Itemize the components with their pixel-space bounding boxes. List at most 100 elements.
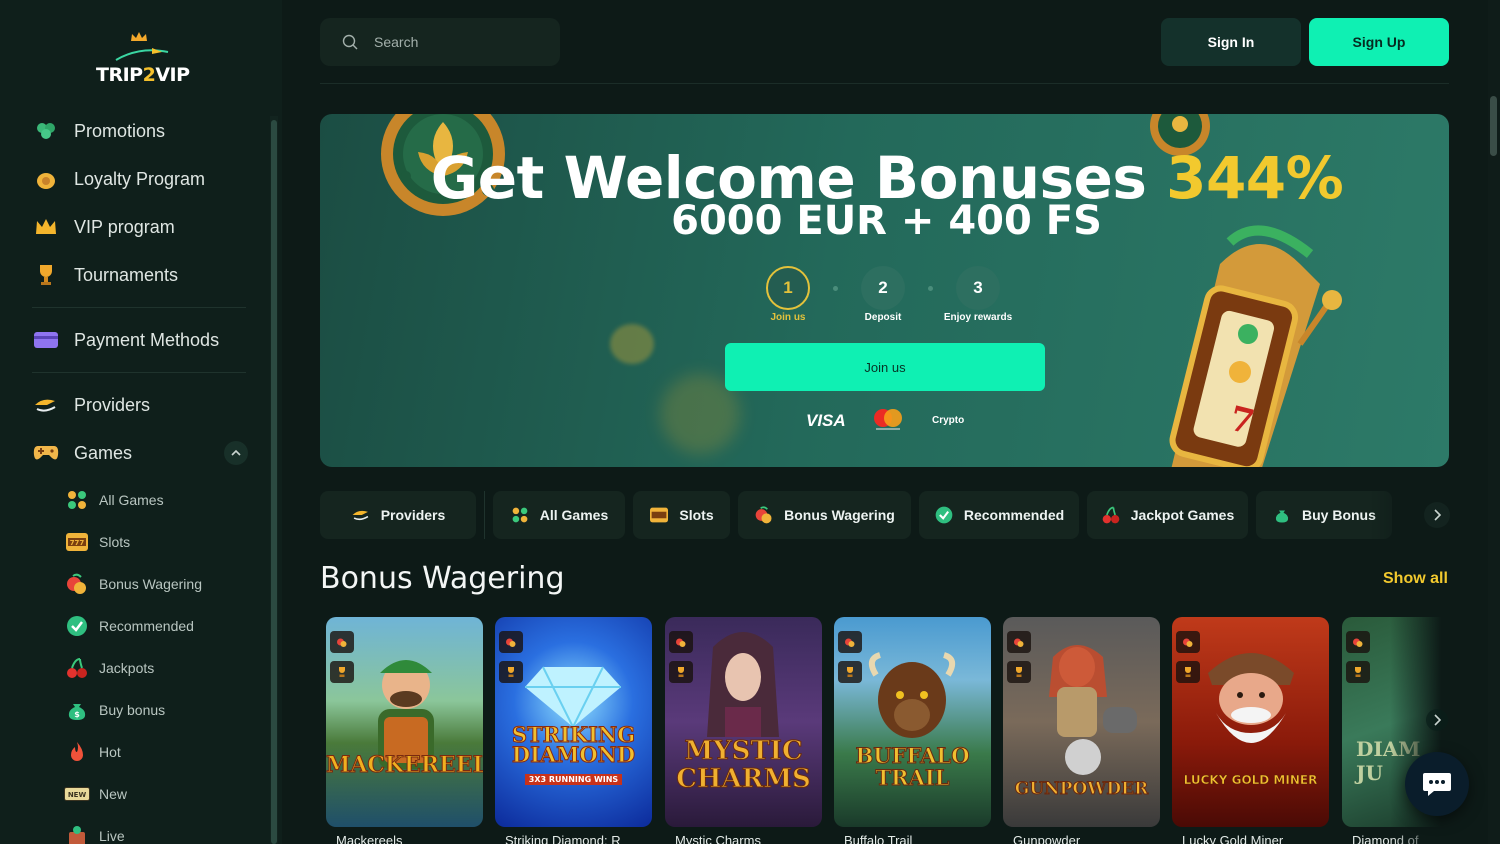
game-card[interactable]: MACKEREELS	[326, 617, 483, 827]
svg-text:777: 777	[70, 539, 85, 547]
step-2-circle: 2	[861, 266, 905, 310]
sidebar-item-games[interactable]: Games	[32, 433, 132, 473]
game-logo-text: MACKEREELS	[326, 752, 483, 779]
bonus-icon	[669, 631, 693, 653]
sidebar-item-label: Payment Methods	[74, 329, 220, 350]
brand-logo[interactable]: TRIP2VIP	[96, 30, 190, 86]
money-bag-icon: $	[64, 697, 90, 723]
step-3-label: Enjoy rewards	[943, 312, 1013, 323]
svg-text:NEW: NEW	[68, 791, 87, 799]
sidebar-item-promotions[interactable]: Promotions	[32, 111, 165, 151]
tab-label: Slots	[679, 507, 714, 523]
tabs-next-button[interactable]	[1424, 502, 1450, 528]
money-bag-icon	[1272, 505, 1292, 525]
game-title[interactable]: Gunpowder	[1013, 833, 1163, 844]
bonus-icon	[330, 631, 354, 653]
blurred-coin	[610, 324, 654, 364]
sidebar-item-tournaments[interactable]: Tournaments	[32, 255, 178, 295]
tab-all-games[interactable]: All Games	[493, 491, 625, 539]
tab-label: Recommended	[963, 507, 1065, 523]
page-scrollbar-thumb[interactable]	[1490, 96, 1497, 156]
game-card[interactable]: STRIKING DIAMOND 3X3 RUNNING WINS	[495, 617, 652, 827]
chevron-right-icon	[1434, 714, 1441, 726]
cherry-icon	[1101, 505, 1121, 525]
cherry-icon	[64, 655, 90, 681]
sidebar-subitem-hot[interactable]: Hot	[64, 736, 121, 768]
mastercard-logo	[874, 409, 902, 430]
tab-label: Jackpot Games	[1130, 507, 1235, 523]
games-collapse-button[interactable]	[224, 441, 248, 465]
sidebar-subitem-all-games[interactable]: All Games	[64, 484, 164, 516]
sidebar-subitem-recommended[interactable]: Recommended	[64, 610, 194, 642]
tab-recommended[interactable]: Recommended	[919, 491, 1079, 539]
game-title[interactable]: Buffalo Trail	[844, 833, 994, 844]
sidebar-item-vip[interactable]: VIP program	[32, 207, 175, 247]
game-title[interactable]: Striking Diamond: R	[505, 833, 655, 844]
game-logo-text: LUCKY GOLD MINER	[1183, 773, 1318, 788]
tab-jackpot-games[interactable]: Jackpot Games	[1087, 491, 1248, 539]
section-title: Bonus Wagering	[320, 561, 565, 596]
game-card[interactable]: LUCKY GOLD MINER	[1172, 617, 1329, 827]
search-icon	[342, 34, 358, 50]
pirate-illustration	[1049, 645, 1137, 775]
game-logo-text: BUFFALO TRAIL	[855, 743, 970, 790]
plane-swoosh-icon	[115, 48, 169, 61]
sidebar-subitem-bonus-wagering[interactable]: Bonus Wagering	[64, 568, 202, 600]
providers-icon	[32, 391, 60, 419]
tab-bonus-wagering[interactable]: Bonus Wagering	[738, 491, 911, 539]
tab-label: All Games	[539, 507, 609, 523]
tab-label: Providers	[380, 507, 446, 523]
tab-providers[interactable]: Providers	[320, 491, 476, 539]
welcome-banner: 7 Get Welcome Bonuses 344% 6000 EUR + 40…	[320, 114, 1449, 467]
game-title[interactable]: Mystic Charms	[675, 833, 825, 844]
sidebar-scrollbar-thumb[interactable]	[271, 120, 277, 844]
step-1-circle: 1	[766, 266, 810, 310]
sidebar-subitem-new[interactable]: NEW New	[64, 778, 127, 810]
chevron-right-icon	[1434, 509, 1441, 521]
sidebar-subitem-slots[interactable]: 777 Slots	[64, 526, 130, 558]
bonus-icon	[838, 631, 862, 653]
sidebar-subitem-jackpots[interactable]: Jackpots	[64, 652, 154, 684]
step-separator	[928, 286, 933, 291]
game-logo-text: MYSTIC CHARMS	[676, 736, 812, 794]
crypto-logo: Crypto	[932, 415, 965, 426]
sign-in-button[interactable]: Sign In	[1161, 18, 1301, 66]
sidebar-item-label: Tournaments	[74, 264, 179, 285]
sidebar-item-payment[interactable]: Payment Methods	[32, 320, 219, 360]
game-title[interactable]: Mackereels	[336, 833, 486, 844]
search-input[interactable]	[374, 34, 534, 50]
trophy-icon	[669, 661, 693, 683]
crown-icon	[32, 213, 60, 241]
tab-label: Bonus Wagering	[784, 507, 895, 523]
sidebar-item-loyalty[interactable]: Loyalty Program	[32, 159, 205, 199]
show-all-link[interactable]: Show all	[1383, 570, 1448, 588]
game-card[interactable]: GUNPOWDER	[1003, 617, 1160, 827]
chat-button[interactable]	[1405, 752, 1469, 816]
crown-icon	[131, 32, 147, 41]
new-badge-icon: NEW	[64, 781, 90, 807]
tab-slots[interactable]: Slots	[633, 491, 730, 539]
search-bar[interactable]	[320, 18, 560, 66]
sign-up-button[interactable]: Sign Up	[1309, 18, 1449, 66]
sidebar-subitem-label: Bonus Wagering	[99, 576, 202, 592]
bonus-icon	[754, 505, 774, 525]
sidebar-subitem-label: Live	[99, 828, 125, 844]
trophy-icon	[499, 661, 523, 683]
game-title[interactable]: Lucky Gold Miner	[1182, 833, 1332, 844]
game-card[interactable]: BUFFALO TRAIL	[834, 617, 991, 827]
slot-777-icon	[649, 505, 669, 525]
step-3-circle: 3	[956, 266, 1000, 310]
grid-icon	[64, 487, 90, 513]
sidebar-subitem-label: Hot	[99, 744, 121, 760]
join-us-button[interactable]: Join us	[725, 343, 1045, 391]
game-card[interactable]: MYSTIC CHARMS	[665, 617, 822, 827]
diamond-illustration	[525, 666, 621, 727]
sidebar-subitem-buy-bonus[interactable]: $ Buy bonus	[64, 694, 165, 726]
cards-next-button[interactable]	[1426, 709, 1448, 731]
game-logo-text: GUNPOWDER	[1014, 779, 1149, 800]
sidebar-divider	[32, 307, 246, 308]
sidebar-subitem-live[interactable]: Live	[64, 820, 125, 844]
clover-icon	[32, 117, 60, 145]
sidebar-item-providers[interactable]: Providers	[32, 385, 150, 425]
header-divider	[320, 83, 1449, 84]
